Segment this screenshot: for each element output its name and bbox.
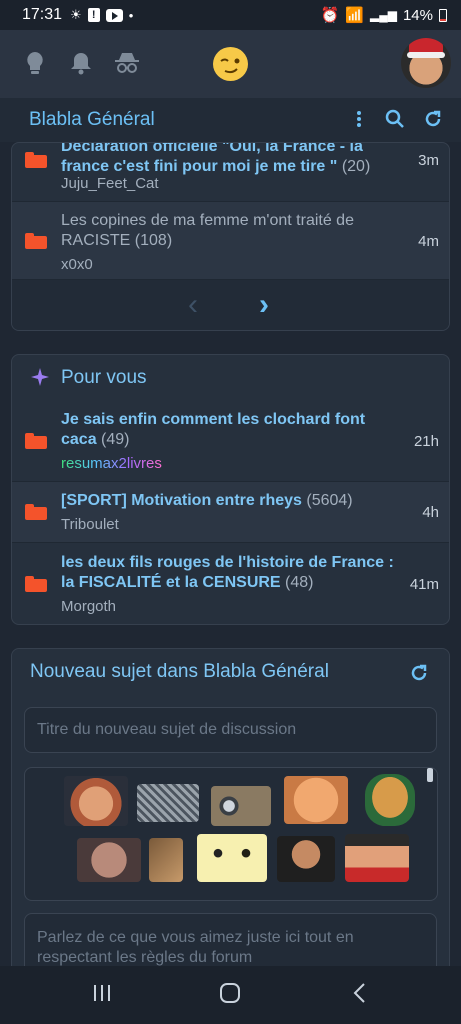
sticker-image[interactable] [137,784,199,822]
scrollbar[interactable] [427,768,433,782]
prev-page-button[interactable]: ‹ [188,288,198,322]
topic-count: (108) [134,232,173,249]
notification-icons: ☀ ! • [70,7,133,23]
forum-topics-card: Déclaration officielle "Oui, la France -… [11,142,450,331]
pagination: ‹ › [12,280,449,330]
wifi-icon: 📶 [345,7,364,24]
topic-author[interactable]: Triboulet [61,516,119,533]
system-navigation [0,966,461,1024]
topic-title-input[interactable]: Titre du nouveau sujet de discussion [24,707,437,753]
more-vert-icon[interactable] [351,108,367,135]
folder-icon [25,576,47,592]
status-bar: 17:31 ☀ ! • ⏰ 📶 ▂▄▆ 14% [0,0,461,30]
incognito-icon[interactable] [113,50,139,76]
sticker-image[interactable] [211,786,271,826]
header-actions [351,108,443,135]
topic-author[interactable]: Juju_Feet_Cat [61,175,159,192]
sticker-picker[interactable] [24,767,438,901]
battery-icon [439,8,447,22]
topic-author[interactable]: resumax2livres [61,455,162,472]
sticker-image[interactable] [64,776,128,826]
topic-row[interactable]: les deux fils rouges de l'histoire de Fr… [12,543,449,624]
topic-count: (20) [341,158,371,175]
avatar[interactable] [401,38,451,88]
topic-age: 21h [413,433,439,450]
sticker-image[interactable] [77,838,141,882]
sticker-image[interactable] [365,774,415,826]
sun-icon: ☀ [70,7,82,22]
folder-icon [25,504,47,520]
topic-title[interactable]: [SPORT] Motivation entre rheys (5604) [61,491,391,511]
clock: 17:31 [22,6,63,23]
topic-age: 3m [418,152,439,169]
topic-count: (48) [285,574,314,591]
signal-icon: ▂▄▆ [370,8,397,22]
folder-icon [25,233,47,249]
topic-author[interactable]: x0x0 [61,256,93,273]
sparkle-icon [30,367,50,392]
forum-title: Blabla Général [29,109,155,130]
topic-row[interactable]: Je sais enfin comment les clochard font … [12,401,449,482]
bell-icon[interactable] [68,50,94,76]
topic-title[interactable]: Déclaration officielle "Oui, la France -… [61,143,391,177]
sticker-image[interactable] [345,834,409,882]
for-you-header: Pour vous [12,355,449,401]
sticker-image[interactable] [277,836,335,882]
youtube-icon [105,8,123,22]
refresh-icon[interactable] [409,662,429,689]
topic-age: 41m [409,576,439,593]
topic-row[interactable]: [SPORT] Motivation entre rheys (5604) Tr… [12,482,449,543]
search-icon[interactable] [385,108,405,135]
folder-icon [25,152,47,168]
sticker-image[interactable] [197,834,267,882]
next-page-button[interactable]: › [259,288,269,322]
topic-age: 4h [422,504,439,521]
smiley-logo-icon[interactable] [212,46,249,82]
topic-count: (49) [101,431,130,448]
alert-icon: ! [87,8,100,22]
topic-count: (5604) [306,492,353,509]
for-you-title: Pour vous [61,367,147,388]
lightbulb-icon[interactable] [22,50,48,76]
back-icon[interactable] [349,982,371,1010]
new-topic-title: Nouveau sujet dans Blabla Général [30,661,329,682]
topic-row[interactable]: Déclaration officielle "Oui, la France -… [12,143,449,202]
topic-title[interactable]: Les copines de ma femme m'ont traité de … [61,211,391,251]
topic-age: 4m [418,233,439,250]
dot-icon: • [128,7,134,23]
sticker-image[interactable] [284,776,348,824]
alarm-icon: ⏰ [320,7,340,24]
battery-level: 14% [402,6,433,24]
for-you-card: Pour vous Je sais enfin comment les cloc… [11,354,450,625]
top-navigation [0,30,461,98]
sticker-image[interactable] [149,838,183,882]
folder-icon [25,433,47,449]
topic-title[interactable]: les deux fils rouges de l'histoire de Fr… [61,553,401,593]
forum-header: Blabla Général [0,98,461,142]
topic-title[interactable]: Je sais enfin comment les clochard font … [61,410,391,450]
topic-author[interactable]: Morgoth [61,598,116,615]
topic-row[interactable]: Les copines de ma femme m'ont traité de … [12,202,449,280]
home-icon[interactable] [219,982,241,1010]
system-icons: ⏰ 📶 ▂▄▆ 14% [321,6,447,24]
recents-icon[interactable] [91,982,113,1010]
refresh-icon[interactable] [423,108,443,135]
new-topic-card: Nouveau sujet dans Blabla Général Titre … [11,648,450,978]
